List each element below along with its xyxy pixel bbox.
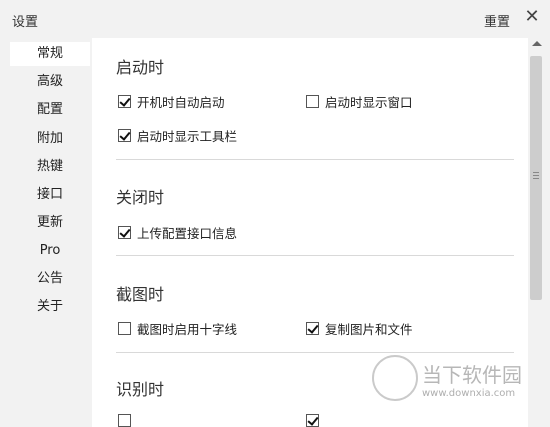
grip-line — [533, 172, 539, 173]
checkbox-upload-config[interactable] — [118, 226, 131, 239]
option-label: 启动时显示窗口 — [325, 95, 413, 110]
section-title-startup: 启动时 — [116, 58, 165, 77]
title-bar: 设置 重置 ✕ — [0, 0, 550, 38]
checkbox-copy-files[interactable] — [306, 322, 319, 335]
section-title-close: 关闭时 — [116, 188, 165, 207]
checkbox-recognize-2[interactable] — [306, 414, 319, 427]
sidebar-item-update[interactable]: 更新 — [10, 211, 90, 235]
window-title: 设置 — [12, 15, 39, 30]
option-recognize-2[interactable] — [306, 414, 325, 427]
option-upload-config[interactable]: 上传配置接口信息 — [118, 223, 237, 242]
section-title-recognize: 识别时 — [116, 380, 165, 399]
checkbox-autostart[interactable] — [118, 95, 131, 108]
option-label: 截图时启用十字线 — [137, 322, 238, 337]
section-divider — [116, 159, 514, 160]
option-label: 启动时显示工具栏 — [137, 129, 238, 144]
grip-line — [533, 178, 539, 179]
section-title-screenshot: 截图时 — [116, 285, 165, 304]
watermark-url: www.downxia.com — [422, 388, 516, 399]
option-label: 复制图片和文件 — [325, 322, 413, 337]
checkbox-crosshair[interactable] — [118, 322, 131, 335]
scrollbar-thumb[interactable] — [530, 56, 542, 300]
option-copy-files[interactable]: 复制图片和文件 — [306, 319, 413, 338]
watermark: 当下软件园 www.downxia.com — [372, 355, 532, 405]
sidebar-item-config[interactable]: 配置 — [10, 98, 90, 122]
section-divider — [116, 352, 514, 353]
checkbox-recognize-1[interactable] — [118, 414, 131, 427]
sidebar-item-hotkeys[interactable]: 热键 — [10, 155, 90, 179]
settings-window: 设置 重置 ✕ 常规 高级 配置 附加 热键 接口 更新 Pro 公告 关于 启… — [0, 0, 550, 427]
sidebar-item-interface[interactable]: 接口 — [10, 183, 90, 207]
option-crosshair[interactable]: 截图时启用十字线 — [118, 319, 237, 338]
option-autostart[interactable]: 开机时自动启动 — [118, 92, 225, 111]
watermark-text: 当下软件园 — [422, 363, 522, 387]
sidebar: 常规 高级 配置 附加 热键 接口 更新 Pro 公告 关于 — [0, 38, 100, 427]
sidebar-item-addons[interactable]: 附加 — [10, 127, 90, 151]
close-icon[interactable]: ✕ — [523, 6, 541, 28]
option-show-toolbar[interactable]: 启动时显示工具栏 — [118, 126, 237, 145]
sidebar-item-about[interactable]: 关于 — [10, 295, 90, 319]
sidebar-item-general[interactable]: 常规 — [10, 42, 90, 66]
grip-line — [533, 175, 539, 176]
option-show-window[interactable]: 启动时显示窗口 — [306, 92, 413, 111]
sidebar-item-pro[interactable]: Pro — [10, 239, 90, 263]
checkbox-show-window[interactable] — [306, 95, 319, 108]
reset-button[interactable]: 重置 — [484, 11, 510, 30]
scroll-up-arrow-icon[interactable] — [532, 41, 542, 46]
option-label: 开机时自动启动 — [137, 95, 225, 110]
checkbox-show-toolbar[interactable] — [118, 129, 131, 142]
option-recognize-1[interactable] — [118, 414, 137, 427]
section-divider — [116, 255, 514, 256]
sidebar-item-notice[interactable]: 公告 — [10, 267, 90, 291]
watermark-logo-icon — [372, 355, 418, 401]
sidebar-item-advanced[interactable]: 高级 — [10, 70, 90, 94]
option-label: 上传配置接口信息 — [137, 226, 238, 241]
